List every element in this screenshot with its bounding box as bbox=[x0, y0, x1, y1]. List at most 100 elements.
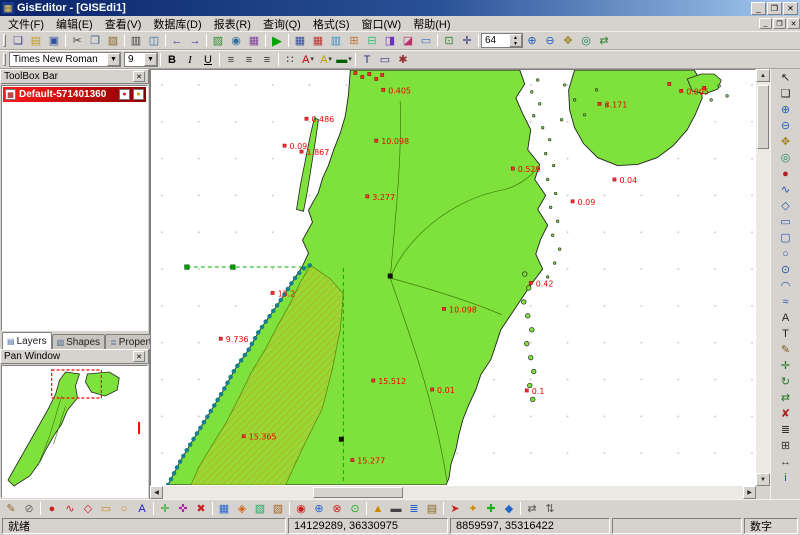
circle-symbol-button[interactable]: ○ bbox=[115, 501, 133, 517]
zoom-out-button[interactable]: ⊖ bbox=[541, 33, 559, 49]
attribute-table-button[interactable]: ▦ bbox=[291, 33, 309, 49]
fill-style-button[interactable]: ▦ bbox=[215, 501, 233, 517]
buffer-button[interactable]: ◉ bbox=[292, 501, 310, 517]
toolbox-bar-header[interactable]: ToolBox Bar ✕ bbox=[0, 69, 149, 84]
close-button[interactable]: ✕ bbox=[783, 2, 798, 15]
vertical-scroll-thumb[interactable] bbox=[757, 85, 769, 149]
paste-button[interactable]: ▨ bbox=[104, 33, 122, 49]
italic-button[interactable]: I bbox=[181, 52, 199, 68]
zoom-out-tool-button[interactable]: ⊖ bbox=[775, 118, 797, 134]
polygon-symbol-button[interactable]: ◇ bbox=[79, 501, 97, 517]
draw-point-button[interactable]: ● bbox=[775, 166, 797, 182]
scroll-down-icon[interactable]: ▼ bbox=[756, 473, 770, 486]
draw-text-button[interactable]: A bbox=[775, 310, 797, 326]
font-family-select[interactable]: Times New Roman ▼ bbox=[9, 52, 121, 67]
edit-table-button[interactable]: ▥ bbox=[327, 33, 345, 49]
draw-curve-button[interactable]: ≈ bbox=[775, 294, 797, 310]
move-node-button[interactable]: ✛ bbox=[156, 501, 174, 517]
sync-view-button[interactable]: ⇅ bbox=[541, 501, 559, 517]
snap-button[interactable]: ⊞ bbox=[775, 438, 797, 454]
chart-button[interactable]: ◪ bbox=[399, 33, 417, 49]
swap-layers-button[interactable]: ⇄ bbox=[523, 501, 541, 517]
menu-window[interactable]: 窗口(W) bbox=[356, 17, 408, 31]
mdi-close-button[interactable]: ✕ bbox=[787, 18, 800, 29]
mdi-restore-button[interactable]: ❐ bbox=[773, 18, 786, 29]
layer-style-icon[interactable]: ● bbox=[133, 89, 144, 100]
map-marker[interactable] bbox=[283, 144, 286, 147]
menu-report[interactable]: 报表(R) bbox=[208, 17, 257, 31]
delete-node-button[interactable]: ✖ bbox=[192, 501, 210, 517]
map-legend-button[interactable]: ≣ bbox=[405, 501, 423, 517]
cut-button[interactable]: ✂ bbox=[68, 33, 86, 49]
close-icon[interactable]: ✕ bbox=[133, 71, 145, 82]
mdi-minimize-button[interactable]: _ bbox=[759, 18, 772, 29]
scroll-right-icon[interactable]: ▶ bbox=[743, 486, 756, 499]
cross-symbol-button[interactable]: ✚ bbox=[482, 501, 500, 517]
chevron-down-icon[interactable]: ▼ bbox=[107, 53, 120, 66]
join-table-button[interactable]: ⊟ bbox=[363, 33, 381, 49]
menu-view[interactable]: 查看(V) bbox=[99, 17, 148, 31]
pan-tool-button[interactable]: ✥ bbox=[775, 134, 797, 150]
draw-rectangle-button[interactable]: ▭ bbox=[775, 214, 797, 230]
map-marker[interactable] bbox=[305, 117, 308, 120]
mirror-feature-button[interactable]: ⇄ bbox=[775, 390, 797, 406]
save-button[interactable]: ▣ bbox=[45, 33, 63, 49]
map-marker[interactable] bbox=[511, 167, 514, 170]
overview-map[interactable] bbox=[1, 365, 148, 498]
map-marker[interactable] bbox=[529, 281, 532, 284]
symbol-style-button[interactable]: ◈ bbox=[233, 501, 251, 517]
copy-button[interactable]: ❐ bbox=[86, 33, 104, 49]
line-color-button[interactable]: ▬▾ bbox=[335, 52, 353, 68]
map-marker[interactable] bbox=[375, 77, 378, 80]
menu-edit[interactable]: 编辑(E) bbox=[50, 17, 99, 31]
maximize-button[interactable]: ❐ bbox=[767, 2, 782, 15]
layer-item[interactable]: ▦ Default-571401360 ● ● bbox=[3, 87, 146, 102]
map-marker[interactable] bbox=[361, 75, 364, 78]
draw-polyline-button[interactable]: ∿ bbox=[775, 182, 797, 198]
select-button[interactable]: ↖ bbox=[775, 70, 797, 86]
draw-rounded-rectangle-button[interactable]: ▢ bbox=[775, 230, 797, 246]
select-features-button[interactable]: ⊡ bbox=[440, 33, 458, 49]
attributes-button[interactable]: ≣ bbox=[775, 422, 797, 438]
map-marker[interactable] bbox=[242, 435, 245, 438]
menu-query[interactable]: 查询(Q) bbox=[257, 17, 307, 31]
map-marker[interactable] bbox=[525, 389, 528, 392]
line-symbol-button[interactable]: ∿ bbox=[61, 501, 79, 517]
map-marker[interactable] bbox=[368, 72, 371, 75]
full-extent-tool-button[interactable]: ◎ bbox=[775, 150, 797, 166]
map-marker[interactable] bbox=[354, 71, 357, 74]
map-horizontal-scrollbar[interactable]: ◀ ▶ bbox=[150, 486, 756, 499]
pattern-style-button[interactable]: ▨ bbox=[269, 501, 287, 517]
scroll-left-icon[interactable]: ◀ bbox=[150, 486, 163, 499]
map-marker[interactable] bbox=[680, 89, 683, 92]
map-marker[interactable] bbox=[442, 307, 445, 310]
green-handle-square[interactable] bbox=[231, 265, 235, 269]
identify-button[interactable]: ✛ bbox=[458, 33, 476, 49]
zoom-in-tool-button[interactable]: ⊕ bbox=[775, 102, 797, 118]
menu-format[interactable]: 格式(S) bbox=[307, 17, 356, 31]
north-arrow-button[interactable]: ▲ bbox=[369, 501, 387, 517]
lock-button[interactable]: ⊘ bbox=[20, 501, 38, 517]
map-marker[interactable] bbox=[375, 139, 378, 142]
edit-vertex-button[interactable]: ✎ bbox=[775, 342, 797, 358]
menu-database[interactable]: 数据库(D) bbox=[147, 17, 207, 31]
map-marker[interactable] bbox=[351, 459, 354, 462]
bold-button[interactable]: B bbox=[163, 52, 181, 68]
map-marker[interactable] bbox=[271, 291, 274, 294]
symbol-settings-button[interactable]: ✱ bbox=[394, 52, 412, 68]
point-symbol-button[interactable]: ● bbox=[43, 501, 61, 517]
undo-button[interactable]: ← bbox=[168, 33, 186, 49]
open-button[interactable]: ▤ bbox=[27, 33, 45, 49]
refresh-button[interactable]: ⇄ bbox=[595, 33, 613, 49]
map-marker[interactable] bbox=[372, 379, 375, 382]
diamond-symbol-button[interactable]: ◆ bbox=[500, 501, 518, 517]
map-marker[interactable] bbox=[613, 178, 616, 181]
highlight-color-button[interactable]: A▾ bbox=[317, 52, 335, 68]
statistics-button[interactable]: ◨ bbox=[381, 33, 399, 49]
align-left-button[interactable]: ≡ bbox=[222, 52, 240, 68]
map-vertical-scrollbar[interactable]: ▲ ▼ bbox=[756, 69, 770, 486]
draw-ellipse-button[interactable]: ⊙ bbox=[775, 262, 797, 278]
new-button[interactable]: ❏ bbox=[9, 33, 27, 49]
rect-symbol-button[interactable]: ▭ bbox=[97, 501, 115, 517]
tab-layers[interactable]: ▤Layers bbox=[2, 332, 52, 349]
